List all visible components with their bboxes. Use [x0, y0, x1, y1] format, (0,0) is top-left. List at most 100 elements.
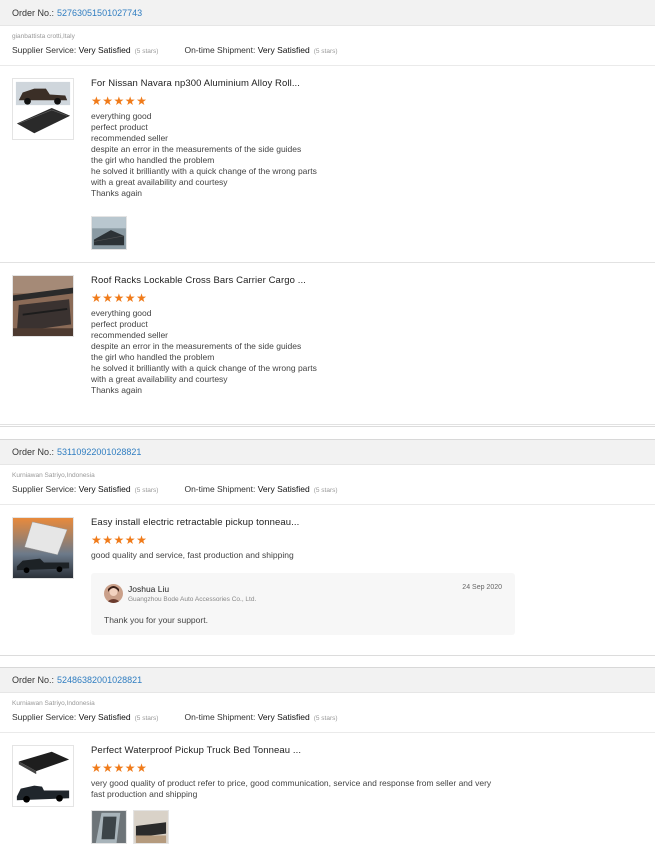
- shipment-stars: (5 stars): [313, 48, 338, 55]
- order-number-link[interactable]: 53110922001028821: [57, 447, 141, 457]
- reply-company: Guangzhou Bode Auto Accessories Co., Ltd…: [128, 596, 257, 603]
- star-icon: ★: [102, 291, 114, 305]
- supplier-service-stars: (5 stars): [134, 487, 159, 494]
- review-line: with a great availability and courtesy: [91, 374, 228, 384]
- review-line: recommended seller: [91, 330, 169, 340]
- star-icon: ★: [136, 761, 147, 775]
- order-label: Order No.:: [12, 7, 55, 18]
- supplier-service-label: Supplier Service:: [12, 484, 77, 494]
- star-icon: ★: [102, 94, 114, 108]
- product-thumbnail[interactable]: [12, 78, 74, 140]
- star-rating: ★ ★ ★ ★ ★: [91, 95, 655, 107]
- product-title-link[interactable]: Easy install electric retractable pickup…: [91, 517, 655, 528]
- supplier-service-stars: (5 stars): [134, 715, 159, 722]
- review-photo[interactable]: [91, 810, 127, 844]
- product-title-link[interactable]: For Nissan Navara np300 Aluminium Alloy …: [91, 78, 655, 89]
- review-line: he solved it brilliantly with a quick ch…: [91, 166, 317, 176]
- supplier-service-value: Very Satisfied: [78, 712, 131, 722]
- supplier-service-value: Very Satisfied: [78, 45, 131, 55]
- product-thumbnail[interactable]: [12, 517, 74, 579]
- shipment-label: On-time Shipment:: [184, 45, 256, 55]
- star-icon: ★: [124, 291, 136, 305]
- review-line: very good quality of product refer to pr…: [91, 778, 492, 799]
- buyer-info: gianbattista crotti,Italy Supplier Servi…: [0, 26, 655, 66]
- seller-reply: Joshua Liu Guangzhou Bode Auto Accessori…: [91, 573, 515, 635]
- star-icon: ★: [91, 761, 102, 775]
- order-number-link[interactable]: 52763051501027743: [57, 8, 142, 18]
- order-block: Order No.: 53110922001028821 Kurniawan S…: [0, 439, 655, 667]
- star-icon: ★: [91, 94, 102, 108]
- shipment-label: On-time Shipment:: [184, 484, 256, 494]
- order-block: Order No.: 52486382001028821 Kurniawan S…: [0, 667, 655, 853]
- reply-author: Joshua Liu: [128, 584, 170, 594]
- review-line: the girl who handled the problem: [91, 155, 215, 165]
- star-rating: ★ ★ ★ ★ ★: [91, 762, 655, 774]
- review-item: For Nissan Navara np300 Aluminium Alloy …: [0, 66, 655, 263]
- review-line: perfect product: [91, 319, 148, 329]
- star-icon: ★: [136, 533, 147, 547]
- review-line: recommended seller: [91, 133, 169, 143]
- review-text: everything good perfect product recommen…: [91, 111, 501, 199]
- review-line: Thanks again: [91, 188, 143, 198]
- star-icon: ★: [124, 761, 136, 775]
- star-icon: ★: [91, 533, 102, 547]
- buyer-info: Kurniawan Satriyo,Indonesia Supplier Ser…: [0, 693, 655, 733]
- reply-text: Thank you for your support.: [104, 615, 208, 625]
- shipment-stars: (5 stars): [313, 715, 338, 722]
- reply-date: 24 Sep 2020: [462, 584, 502, 591]
- product-thumbnail[interactable]: [12, 275, 74, 337]
- shipment-label: On-time Shipment:: [184, 712, 256, 722]
- order-header: Order No.: 52763051501027743: [0, 0, 655, 26]
- review-text: everything good perfect product recommen…: [91, 308, 501, 396]
- review-line: despite an error in the measurements of …: [91, 144, 302, 154]
- star-icon: ★: [113, 533, 125, 547]
- star-icon: ★: [91, 291, 102, 305]
- star-icon: ★: [136, 291, 147, 305]
- star-rating: ★ ★ ★ ★ ★: [91, 534, 655, 546]
- review-line: Thanks again: [91, 385, 143, 395]
- order-separator: [0, 426, 655, 440]
- order-label: Order No.:: [12, 675, 55, 685]
- shipment-value: Very Satisfied: [257, 45, 310, 55]
- review-line: perfect product: [91, 122, 148, 132]
- supplier-service-label: Supplier Service:: [12, 712, 77, 722]
- review-photo[interactable]: [91, 216, 127, 250]
- star-icon: ★: [136, 94, 147, 108]
- supplier-service-label: Supplier Service:: [12, 45, 77, 55]
- supplier-service-stars: (5 stars): [134, 48, 159, 55]
- buyer-name: gianbattista crotti,Italy: [12, 33, 75, 40]
- buyer-name: Kurniawan Satriyo,Indonesia: [12, 472, 95, 479]
- review-line: despite an error in the measurements of …: [91, 341, 302, 351]
- product-title-link[interactable]: Perfect Waterproof Pickup Truck Bed Tonn…: [91, 745, 655, 756]
- review-line: everything good: [91, 308, 152, 318]
- review-line: the girl who handled the problem: [91, 352, 215, 362]
- review-text: very good quality of product refer to pr…: [91, 778, 501, 800]
- star-icon: ★: [124, 94, 136, 108]
- shipment-value: Very Satisfied: [257, 712, 310, 722]
- star-icon: ★: [113, 761, 125, 775]
- shipment-value: Very Satisfied: [257, 484, 310, 494]
- star-icon: ★: [113, 94, 125, 108]
- buyer-info: Kurniawan Satriyo,Indonesia Supplier Ser…: [0, 465, 655, 505]
- avatar: [104, 584, 123, 603]
- review-item: Easy install electric retractable pickup…: [0, 505, 655, 667]
- review-photo[interactable]: [133, 810, 169, 844]
- review-line: with a great availability and courtesy: [91, 177, 228, 187]
- review-item: Roof Racks Lockable Cross Bars Carrier C…: [0, 263, 655, 425]
- star-icon: ★: [102, 533, 114, 547]
- order-number-link[interactable]: 52486382001028821: [57, 675, 142, 685]
- review-line: he solved it brilliantly with a quick ch…: [91, 363, 317, 373]
- product-thumbnail[interactable]: [12, 745, 74, 807]
- supplier-service-value: Very Satisfied: [78, 484, 131, 494]
- review-item: Perfect Waterproof Pickup Truck Bed Tonn…: [0, 733, 655, 853]
- order-header: Order No.: 53110922001028821: [0, 439, 655, 465]
- shipment-stars: (5 stars): [313, 487, 338, 494]
- star-icon: ★: [102, 761, 114, 775]
- star-icon: ★: [113, 291, 125, 305]
- review-line: good quality and service, fast productio…: [91, 550, 294, 560]
- product-title-link[interactable]: Roof Racks Lockable Cross Bars Carrier C…: [91, 275, 655, 286]
- order-label: Order No.:: [12, 447, 55, 457]
- star-icon: ★: [124, 533, 136, 547]
- star-rating: ★ ★ ★ ★ ★: [91, 292, 655, 304]
- order-separator: [0, 655, 655, 667]
